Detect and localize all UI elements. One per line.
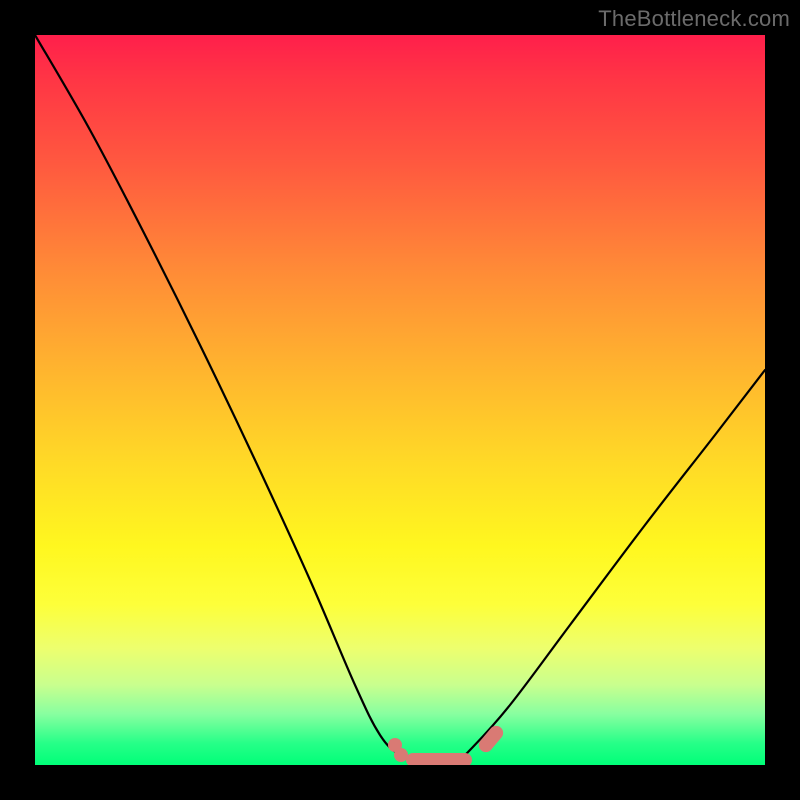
marker-capsule — [486, 733, 496, 745]
plot-area — [35, 35, 765, 765]
chart-svg — [35, 35, 765, 765]
chart-frame: TheBottleneck.com — [0, 0, 800, 800]
marker-dot — [394, 748, 408, 762]
curve-markers — [388, 733, 496, 762]
attribution-label: TheBottleneck.com — [598, 6, 790, 32]
bottleneck-curve — [35, 35, 765, 763]
